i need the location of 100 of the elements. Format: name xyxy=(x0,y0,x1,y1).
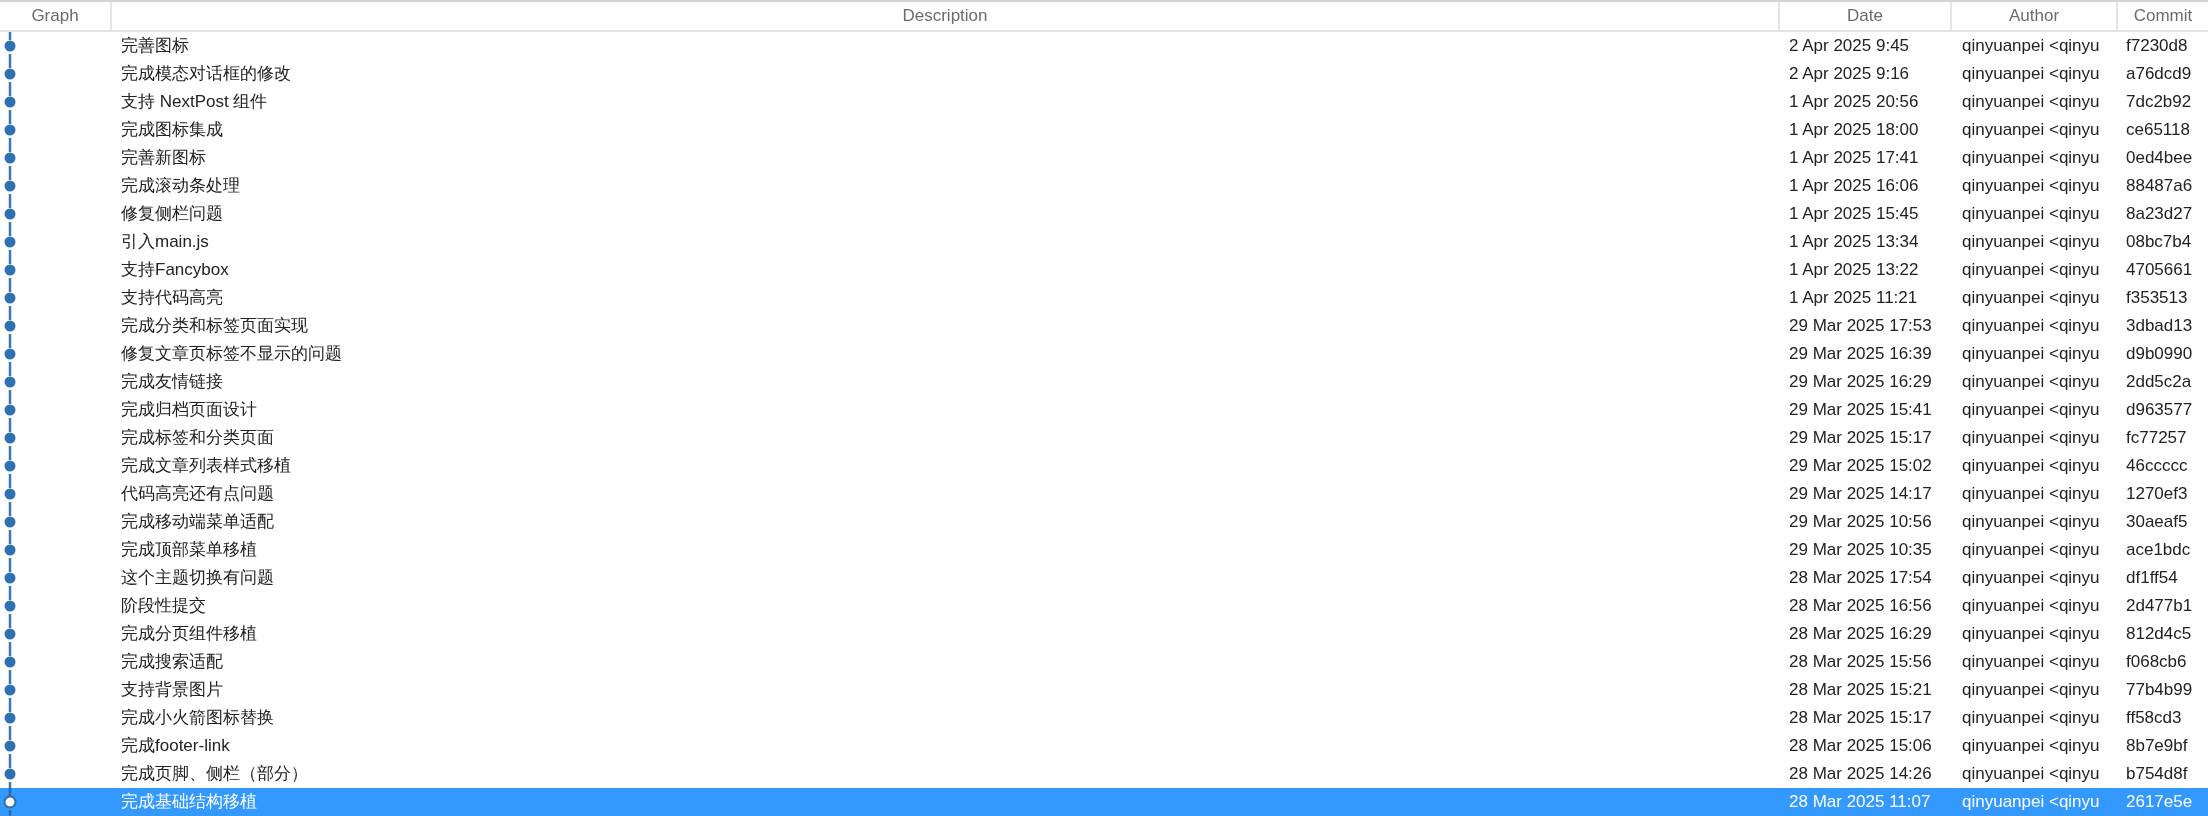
commit-message: 完成友情链接 xyxy=(121,372,223,392)
commit-date: 2 Apr 2025 9:45 xyxy=(1789,36,1910,56)
commit-row[interactable]: 完成图标集成 1 Apr 2025 18:00 qinyuanpei <qinyu ce65118 xyxy=(0,116,2208,144)
commit-column-header[interactable]: Commit xyxy=(2118,2,2208,30)
commit-hash: a76dcd9 xyxy=(2126,64,2192,84)
commit-node-drawing xyxy=(3,676,17,704)
commit-row[interactable]: 完成小火箭图标替换 28 Mar 2025 15:17 qinyuanpei <qinyu ff58cd3 xyxy=(0,704,2208,732)
commit-row[interactable]: 完成顶部菜单移植 29 Mar 2025 10:35 qinyuanpei <qinyu ace1bdc xyxy=(0,536,2208,564)
commit-date: 28 Mar 2025 15:06 xyxy=(1789,736,1932,756)
commit-hash: 3dbad13 xyxy=(2126,316,2193,336)
description-column-header[interactable]: Description xyxy=(112,2,1780,30)
graph-column-header[interactable]: Graph xyxy=(0,2,112,30)
commit-row[interactable]: 修复侧栏问题 1 Apr 2025 15:45 qinyuanpei <qinyu 8a23d27 xyxy=(0,200,2208,228)
commit-node-drawing xyxy=(3,200,17,228)
commit-message: 完成移动端菜单适配 xyxy=(121,512,274,532)
commit-hash: 30aeaf5 xyxy=(2126,512,2188,532)
commit-author: qinyuanpei <qinyu xyxy=(1962,344,2100,364)
commit-message: 完成footer-link xyxy=(121,736,230,756)
commit-node-drawing xyxy=(3,172,17,200)
commit-node-drawing xyxy=(3,88,17,116)
commit-date: 28 Mar 2025 15:17 xyxy=(1789,708,1932,728)
commit-author: qinyuanpei <qinyu xyxy=(1962,260,2100,280)
commit-author: qinyuanpei <qinyu xyxy=(1962,120,2100,140)
commit-hash: f068cb6 xyxy=(2126,652,2187,672)
commit-row[interactable]: 阶段性提交 28 Mar 2025 16:56 qinyuanpei <qinyu 2d477b1 xyxy=(0,592,2208,620)
commit-author: qinyuanpei <qinyu xyxy=(1962,484,2100,504)
commit-message: 完成分类和标签页面实现 xyxy=(121,316,308,336)
commit-message: 完成页脚、侧栏（部分） xyxy=(121,764,308,784)
commit-row[interactable]: 完成模态对话框的修改 2 Apr 2025 9:16 qinyuanpei <qinyu a76dcd9 xyxy=(0,60,2208,88)
commit-node-drawing xyxy=(3,284,17,312)
commit-message: 完成分页组件移植 xyxy=(121,624,257,644)
commit-date: 29 Mar 2025 10:35 xyxy=(1789,540,1932,560)
commit-row[interactable]: 完成footer-link 28 Mar 2025 15:06 qinyuanpei <qinyu 8b7e9bf xyxy=(0,732,2208,760)
commit-row[interactable]: 完成标签和分类页面 29 Mar 2025 15:17 qinyuanpei <qinyu fc77257 xyxy=(0,424,2208,452)
commit-hash: b754d8f xyxy=(2126,764,2188,784)
commit-date: 1 Apr 2025 16:06 xyxy=(1789,176,1919,196)
commit-date: 29 Mar 2025 15:41 xyxy=(1789,400,1932,420)
commit-message: 代码高亮还有点问题 xyxy=(121,484,274,504)
commit-row[interactable]: 支持代码高亮 1 Apr 2025 11:21 qinyuanpei <qinyu f353513 xyxy=(0,284,2208,312)
commit-node-drawing xyxy=(3,760,17,788)
commit-message: 完成滚动条处理 xyxy=(121,176,240,196)
commit-message: 完善新图标 xyxy=(121,148,206,168)
commit-row[interactable]: 完善新图标 1 Apr 2025 17:41 qinyuanpei <qinyu 0ed4bee xyxy=(0,144,2208,172)
commit-node-drawing xyxy=(3,144,17,172)
commit-row[interactable]: 这个主题切换有问题 28 Mar 2025 17:54 qinyuanpei <qinyu df1ff54 xyxy=(0,564,2208,592)
commit-hash: 8b7e9bf xyxy=(2126,736,2188,756)
commit-row[interactable]: 修复文章页标签不显示的问题 29 Mar 2025 16:39 qinyuanpei <qinyu d9b0990 xyxy=(0,340,2208,368)
commit-row[interactable]: 代码高亮还有点问题 29 Mar 2025 14:17 qinyuanpei <qinyu 1270ef3 xyxy=(0,480,2208,508)
commit-row[interactable]: 完善图标 2 Apr 2025 9:45 qinyuanpei <qinyu f7230d8 xyxy=(0,32,2208,60)
commit-hash: f7230d8 xyxy=(2126,36,2188,56)
commit-node-drawing xyxy=(3,508,17,536)
commit-row[interactable]: 完成文章列表样式移植 29 Mar 2025 15:02 qinyuanpei <qinyu 46ccccc xyxy=(0,452,2208,480)
commit-row[interactable]: 完成移动端菜单适配 29 Mar 2025 10:56 qinyuanpei <qinyu 30aeaf5 xyxy=(0,508,2208,536)
commit-hash: d963577 xyxy=(2126,400,2193,420)
commit-node-drawing xyxy=(3,340,17,368)
commit-author: qinyuanpei <qinyu xyxy=(1962,456,2100,476)
commit-message: 支持Fancybox xyxy=(121,260,229,280)
commit-row[interactable]: 完成搜索适配 28 Mar 2025 15:56 qinyuanpei <qinyu f068cb6 xyxy=(0,648,2208,676)
commit-date: 28 Mar 2025 15:56 xyxy=(1789,652,1932,672)
commit-author: qinyuanpei <qinyu xyxy=(1962,148,2100,168)
commit-author: qinyuanpei <qinyu xyxy=(1962,372,2100,392)
commit-message: 完成模态对话框的修改 xyxy=(121,64,291,84)
commit-message: 完成顶部菜单移植 xyxy=(121,540,257,560)
commit-date: 1 Apr 2025 13:22 xyxy=(1789,260,1919,280)
commit-row[interactable]: 完成分页组件移植 28 Mar 2025 16:29 qinyuanpei <qinyu 812d4c5 xyxy=(0,620,2208,648)
commit-message: 支持背景图片 xyxy=(121,680,223,700)
commit-author: qinyuanpei <qinyu xyxy=(1962,204,2100,224)
commit-author: qinyuanpei <qinyu xyxy=(1962,568,2100,588)
date-column-header[interactable]: Date xyxy=(1780,2,1952,30)
commit-hash: df1ff54 xyxy=(2126,568,2178,588)
commit-row[interactable]: 完成页脚、侧栏（部分） 28 Mar 2025 14:26 qinyuanpei <qinyu b754d8f xyxy=(0,760,2208,788)
commit-row[interactable]: 支持Fancybox 1 Apr 2025 13:22 qinyuanpei <qinyu 4705661 xyxy=(0,256,2208,284)
commit-node-drawing xyxy=(3,704,17,732)
commit-author: qinyuanpei <qinyu xyxy=(1962,596,2100,616)
commit-node-drawing xyxy=(3,256,17,284)
commit-author: qinyuanpei <qinyu xyxy=(1962,512,2100,532)
commit-date: 1 Apr 2025 18:00 xyxy=(1789,120,1919,140)
commit-date: 29 Mar 2025 14:17 xyxy=(1789,484,1932,504)
commit-node-drawing xyxy=(3,368,17,396)
commit-hash: 88487a6 xyxy=(2126,176,2193,196)
commit-hash: 2617e5e xyxy=(2126,792,2193,812)
commit-row[interactable]: 完成友情链接 29 Mar 2025 16:29 qinyuanpei <qinyu 2dd5c2a xyxy=(0,368,2208,396)
commit-node-drawing xyxy=(3,32,17,60)
commit-row[interactable]: 完成归档页面设计 29 Mar 2025 15:41 qinyuanpei <qinyu d963577 xyxy=(0,396,2208,424)
author-column-header[interactable]: Author xyxy=(1952,2,2118,30)
commit-row[interactable]: 引入main.js 1 Apr 2025 13:34 qinyuanpei <qinyu 08bc7b4 xyxy=(0,228,2208,256)
commit-author: qinyuanpei <qinyu xyxy=(1962,400,2100,420)
commit-author: qinyuanpei <qinyu xyxy=(1962,680,2100,700)
commit-node-drawing xyxy=(3,788,17,816)
commit-date: 28 Mar 2025 15:21 xyxy=(1789,680,1932,700)
commit-message: 修复侧栏问题 xyxy=(121,204,223,224)
commit-row[interactable]: 支持 NextPost 组件 1 Apr 2025 20:56 qinyuanpei <qinyu 7dc2b92 xyxy=(0,88,2208,116)
commit-node-drawing xyxy=(3,396,17,424)
commit-author: qinyuanpei <qinyu xyxy=(1962,540,2100,560)
commit-row[interactable]: 完成滚动条处理 1 Apr 2025 16:06 qinyuanpei <qinyu 88487a6 xyxy=(0,172,2208,200)
commit-row[interactable]: 完成分类和标签页面实现 29 Mar 2025 17:53 qinyuanpei <qinyu 3dbad13 xyxy=(0,312,2208,340)
commit-author: qinyuanpei <qinyu xyxy=(1962,792,2100,812)
commit-row[interactable]: 支持背景图片 28 Mar 2025 15:21 qinyuanpei <qinyu 77b4b99 xyxy=(0,676,2208,704)
commit-node-drawing xyxy=(3,228,17,256)
commit-author: qinyuanpei <qinyu xyxy=(1962,176,2100,196)
